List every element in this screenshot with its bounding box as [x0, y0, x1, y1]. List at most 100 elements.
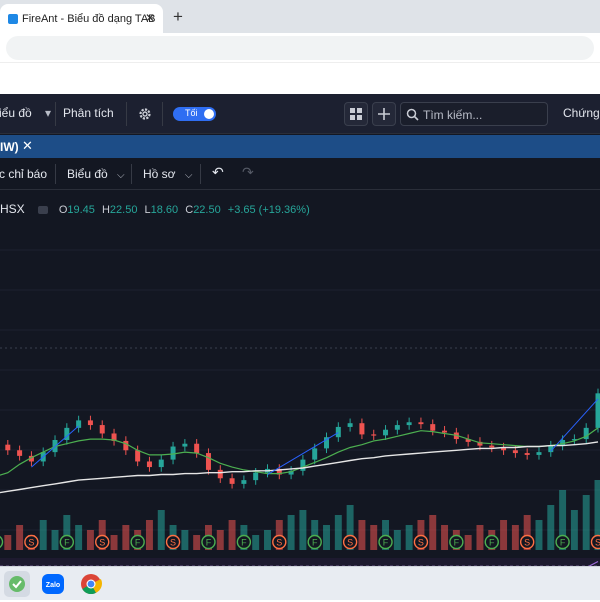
volume-bar	[394, 530, 401, 550]
symbol-tab-close-button[interactable]: ✕	[22, 138, 33, 154]
volume-bar	[193, 535, 200, 550]
signal-label: S	[418, 538, 424, 548]
new-tab-button[interactable]: +	[173, 7, 183, 27]
toolbar-divider	[131, 164, 132, 184]
toolbar-divider	[55, 102, 56, 126]
signal-marker: S	[344, 536, 357, 549]
layout-grid-button[interactable]	[344, 102, 368, 126]
taskbar-zalo[interactable]: Zalo	[40, 571, 66, 597]
toggle-knob	[204, 109, 214, 119]
chart-type-button[interactable]: Biểu đồ ⌵	[67, 167, 125, 181]
page-header-blank	[0, 63, 600, 94]
grid-icon	[345, 103, 367, 125]
app-toolbar: iểu đồ ▾ Phân tích Tối	[0, 94, 600, 134]
candle-body	[336, 427, 341, 437]
redo-button[interactable]: ↷	[242, 164, 254, 181]
volume-bar	[40, 520, 47, 550]
app-launcher-icon	[4, 571, 30, 597]
candle-body	[383, 430, 388, 436]
candle-body	[194, 444, 199, 453]
low-value: 18.60	[151, 204, 179, 216]
volume-bar	[323, 525, 330, 550]
signal-label: S	[524, 538, 530, 548]
symbol-search-box[interactable]: Tìm kiếm...	[400, 102, 548, 126]
address-bar-area	[0, 33, 600, 63]
volume-bar	[476, 525, 483, 550]
candle-body	[182, 444, 187, 447]
volume-bar	[429, 515, 436, 550]
theme-toggle[interactable]: Tối	[173, 107, 216, 121]
undo-button[interactable]: ↶	[212, 164, 224, 181]
gear-icon[interactable]	[138, 107, 152, 121]
signal-marker: S	[273, 536, 286, 549]
taskbar-chrome[interactable]	[78, 571, 104, 597]
candle-body	[100, 425, 105, 433]
browser-tab[interactable]: FireAnt - Biểu đồ dạng TAB ✕	[0, 4, 163, 33]
toolbar-divider	[162, 102, 163, 126]
symbol-tab-label[interactable]: IW)	[0, 140, 19, 154]
taskbar-app-active[interactable]	[4, 571, 30, 597]
signal-marker: S	[592, 536, 600, 549]
signal-label: S	[99, 538, 105, 548]
candle-body	[430, 424, 435, 431]
volume-bar	[583, 495, 590, 550]
toolbar-divider	[126, 102, 127, 126]
add-chart-button[interactable]	[372, 102, 396, 126]
profile-button[interactable]: Hồ sơ ⌵	[143, 167, 192, 181]
volume-bar	[288, 515, 295, 550]
price-chart[interactable]: FSFSFSFFSFSFSFFSFS Tháng 72022Tháng 7202…	[0, 190, 600, 566]
toolbar-divider	[55, 164, 56, 184]
volume-bar	[465, 535, 472, 550]
volume-bar	[87, 530, 94, 550]
volume-bar	[181, 530, 188, 550]
collapse-legend-icon[interactable]	[38, 206, 48, 214]
tab-close-button[interactable]: ✕	[145, 11, 155, 25]
signal-label: S	[347, 538, 353, 548]
signal-label: F	[383, 538, 389, 548]
candle-body	[348, 423, 353, 427]
volume-bar	[536, 520, 543, 550]
signal-marker: S	[96, 536, 109, 549]
analysis-button[interactable]: Phân tích	[63, 106, 114, 120]
candle-body	[218, 470, 223, 478]
candle-body	[525, 453, 530, 455]
signal-marker: F	[485, 536, 498, 549]
volume-bar	[571, 510, 578, 550]
trading-app: iểu đồ ▾ Phân tích Tối	[0, 94, 600, 566]
signal-marker: F	[308, 536, 321, 549]
candle-body	[300, 460, 305, 471]
signal-label: F	[206, 538, 212, 548]
candle-body	[596, 393, 600, 428]
candle-body	[253, 473, 258, 480]
signal-marker: S	[167, 536, 180, 549]
close-value: 22.50	[193, 204, 221, 216]
signal-marker: F	[237, 536, 250, 549]
candle-body	[395, 425, 400, 430]
signal-marker: F	[450, 536, 463, 549]
stocks-menu-button[interactable]: Chứng	[563, 106, 600, 120]
chevron-down-icon: ⌵	[185, 170, 193, 181]
volume-bar	[512, 525, 519, 550]
candle-body	[536, 452, 541, 455]
high-value: 22.50	[110, 204, 138, 216]
candle-body	[88, 420, 93, 425]
toolbar-divider	[200, 164, 201, 184]
candle-body	[230, 478, 235, 484]
chrome-icon	[78, 571, 104, 597]
search-input[interactable]: Tìm kiếm...	[423, 108, 482, 122]
chart-menu-button[interactable]: iểu đồ ▾	[0, 106, 51, 120]
chart-type-label: Biểu đồ	[67, 167, 108, 181]
candle-body	[442, 431, 447, 433]
symbol-tab-bar: IW) ✕	[0, 135, 600, 158]
signal-label: S	[595, 538, 600, 548]
volume-bar	[264, 530, 271, 550]
volume-bar	[75, 525, 82, 550]
zalo-icon: Zalo	[40, 571, 66, 597]
svg-text:Zalo: Zalo	[46, 582, 60, 589]
indicators-button[interactable]: c chỉ báo	[0, 167, 47, 181]
chart-menu-label: iểu đồ	[0, 106, 32, 120]
profile-label: Hồ sơ	[143, 167, 176, 181]
browser-tab-strip: FireAnt - Biểu đồ dạng TAB ✕ +	[0, 0, 600, 33]
address-bar[interactable]	[6, 36, 594, 60]
high-key: H	[102, 204, 110, 216]
